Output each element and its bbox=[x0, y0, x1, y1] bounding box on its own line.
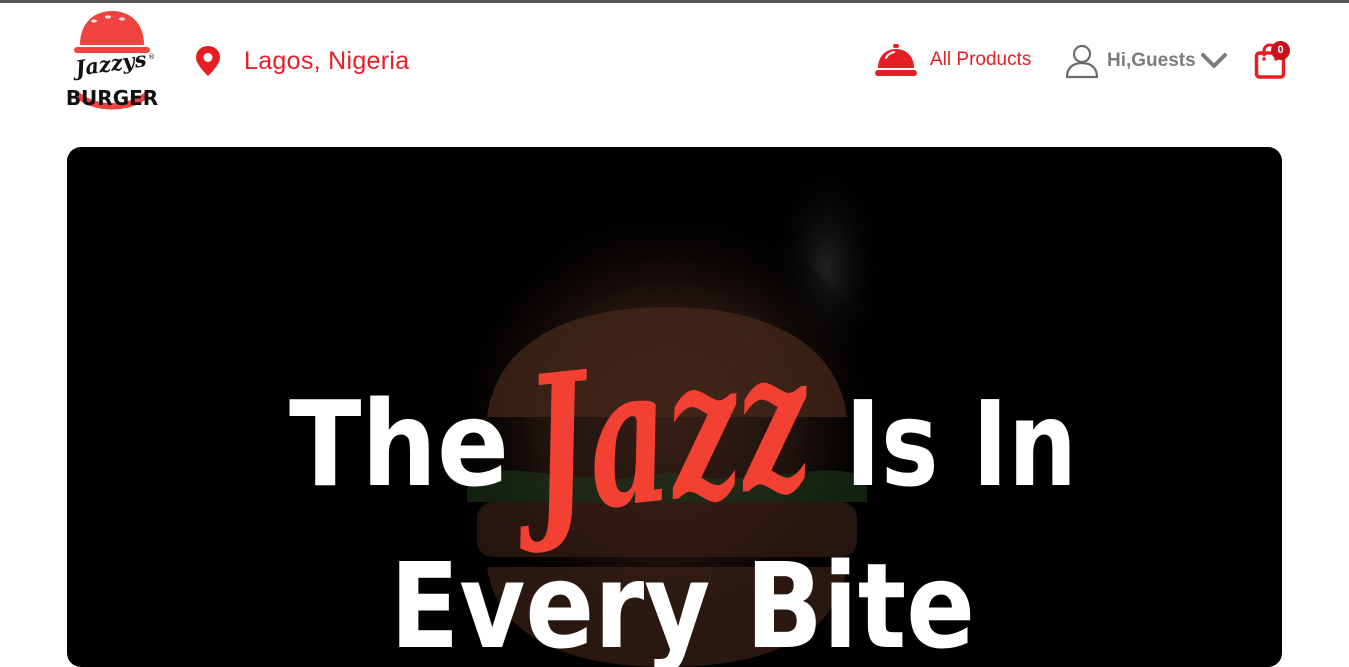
hero-headline-is-in: Is In bbox=[845, 375, 1077, 513]
logo-word-text: BURGER bbox=[66, 86, 158, 110]
logo-registered-mark: ® bbox=[148, 53, 155, 61]
all-products-label: All Products bbox=[930, 49, 1032, 70]
cart-count-badge: 0 bbox=[1271, 41, 1290, 60]
site-header: Jazzys ® BURGER Lagos, Nigeria All Produ… bbox=[0, 3, 1349, 123]
cart-button[interactable]: 0 bbox=[1254, 41, 1294, 81]
account-greeting: Hi,Guests bbox=[1107, 50, 1196, 71]
brand-logo[interactable]: Jazzys ® BURGER bbox=[64, 7, 160, 115]
user-icon bbox=[1065, 44, 1099, 79]
location-selector[interactable]: Lagos, Nigeria bbox=[194, 43, 409, 79]
location-label: Lagos, Nigeria bbox=[244, 46, 410, 75]
hero-headline-the: The bbox=[289, 375, 509, 513]
all-products-link[interactable]: All Products bbox=[874, 41, 1031, 79]
map-pin-icon bbox=[196, 46, 220, 76]
service-bell-icon bbox=[875, 44, 917, 76]
hero-banner: The Jazz Is In Every Bite bbox=[67, 147, 1282, 667]
account-menu[interactable]: Hi,Guests bbox=[1065, 41, 1228, 81]
chevron-down-icon[interactable] bbox=[1200, 52, 1228, 70]
hero-headline-every-bite: Every Bite bbox=[390, 537, 975, 667]
hero-headline-jazz: Jazz bbox=[498, 307, 822, 560]
